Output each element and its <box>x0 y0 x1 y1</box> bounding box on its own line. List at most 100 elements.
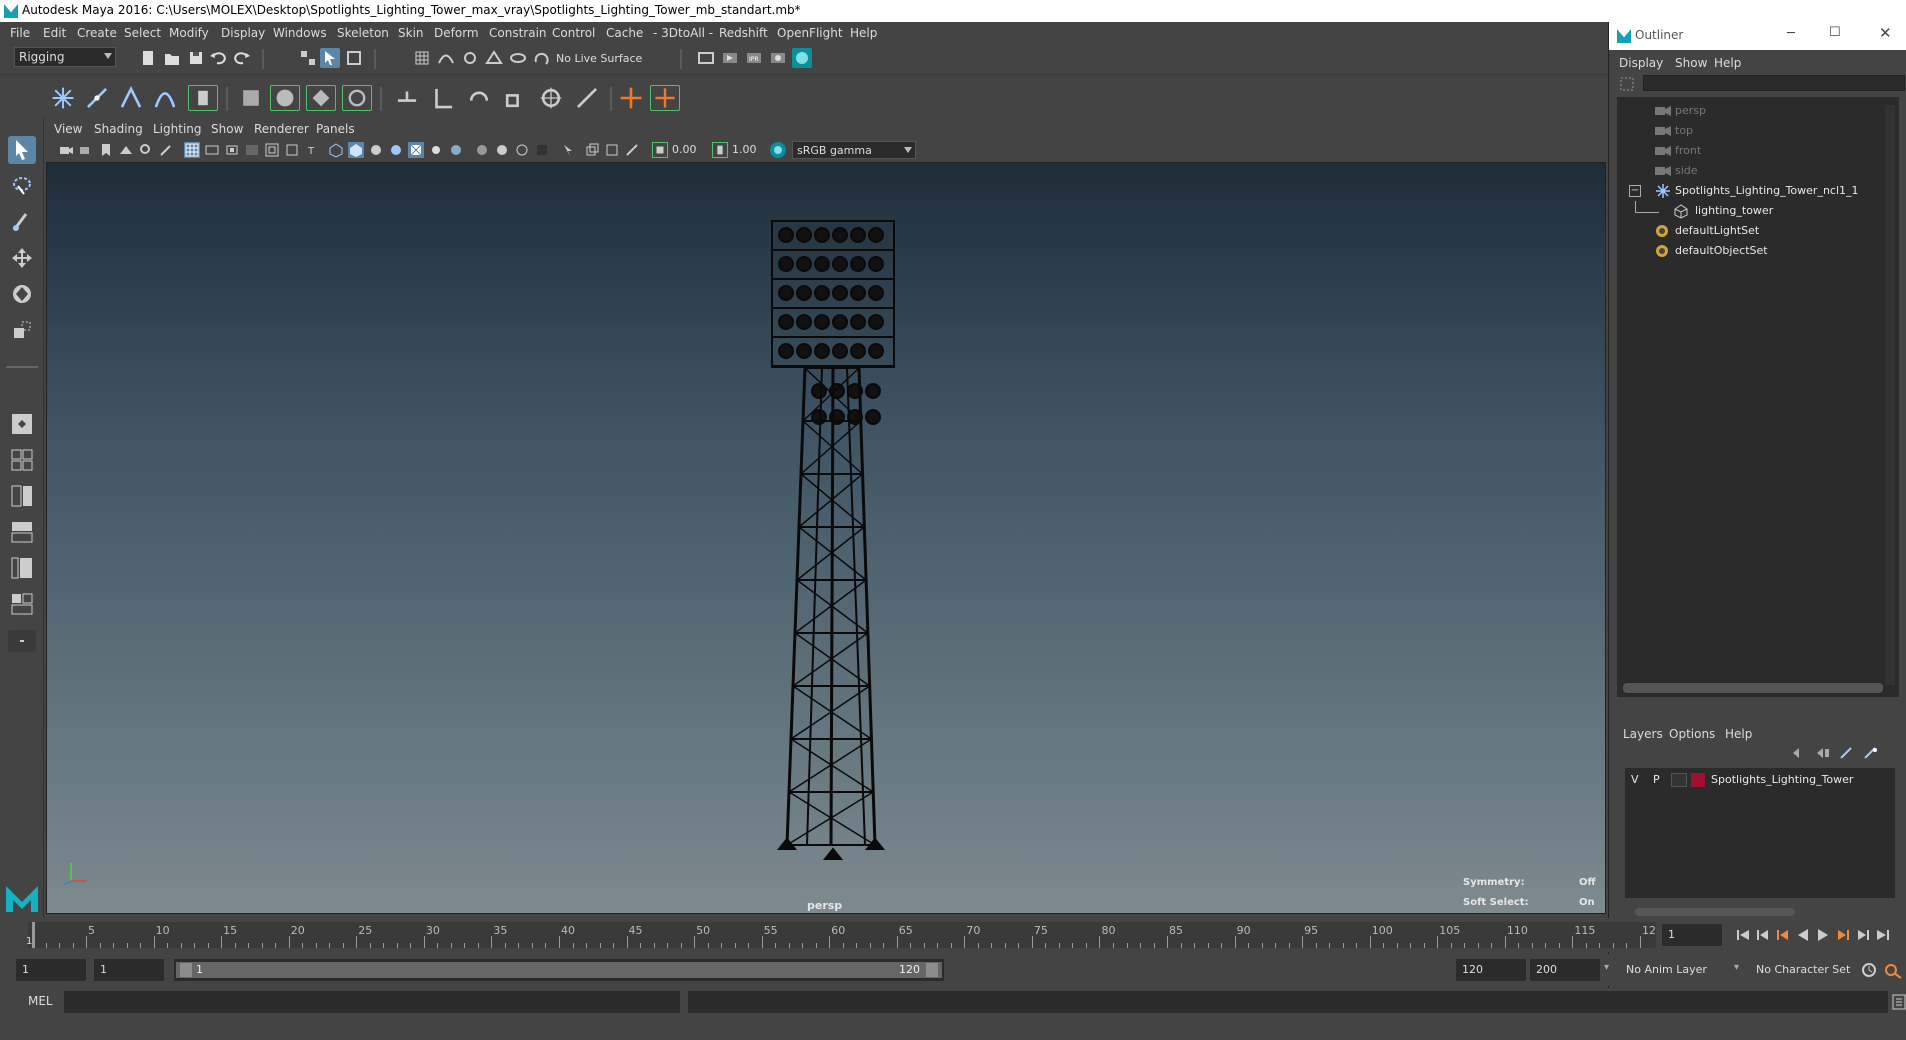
xray-components-icon[interactable] <box>624 142 640 158</box>
close-icon[interactable]: ✕ <box>1879 24 1892 42</box>
menu-deform[interactable]: Deform <box>434 26 479 40</box>
safe-title-icon[interactable]: T <box>304 142 320 158</box>
menu-cache[interactable]: Cache <box>606 26 643 40</box>
smooth-shade-icon[interactable] <box>348 142 364 158</box>
camera-attributes-icon[interactable] <box>78 142 94 158</box>
menu-file[interactable]: File <box>10 26 30 40</box>
panel-menu-renderer[interactable]: Renderer <box>254 122 309 136</box>
rotate-tool-icon[interactable] <box>8 280 36 308</box>
select-object-icon[interactable] <box>320 48 340 68</box>
outliner-search-input[interactable] <box>1643 75 1905 91</box>
menu-openflight[interactable]: OpenFlight <box>777 26 843 40</box>
script-language-toggle[interactable]: MEL <box>28 994 53 1008</box>
playback-start-field[interactable]: 1 <box>94 959 164 981</box>
panel-menu-lighting[interactable]: Lighting <box>153 122 202 136</box>
quick-rig-icon[interactable] <box>188 85 218 111</box>
menu-help[interactable]: Help <box>850 26 877 40</box>
default-material-icon[interactable] <box>368 142 384 158</box>
play-backwards-icon[interactable] <box>1796 928 1810 942</box>
character-set-label[interactable]: No Character Set <box>1756 963 1850 976</box>
select-component-icon[interactable] <box>344 48 364 68</box>
panel-menu-panels[interactable]: Panels <box>316 122 355 136</box>
film-gate-icon[interactable] <box>204 142 220 158</box>
outliner-item-mesh[interactable]: lighting_tower <box>1617 201 1887 221</box>
lighting-tower-mesh[interactable] <box>47 163 1606 914</box>
outliner-item-top[interactable]: top <box>1617 121 1887 141</box>
view-transform-dropdown[interactable]: sRGB gamma <box>792 141 916 159</box>
four-view-layout-icon[interactable] <box>8 446 36 474</box>
layer-name[interactable]: Spotlights_Lighting_Tower <box>1711 773 1853 786</box>
insert-joint-icon[interactable] <box>84 85 110 111</box>
hypershade-layout-icon[interactable] <box>8 590 36 618</box>
layers-menu-layers[interactable]: Layers <box>1623 727 1663 741</box>
redo-icon[interactable] <box>232 48 252 68</box>
menu-skeleton[interactable]: Skeleton <box>337 26 389 40</box>
animation-end-field[interactable]: 200 <box>1530 959 1600 981</box>
outliner-menu-help[interactable]: Help <box>1714 56 1741 70</box>
panel-menu-show[interactable]: Show <box>211 122 243 136</box>
new-layer-selected-icon[interactable] <box>1863 746 1879 760</box>
outliner-item-group[interactable]: − Spotlights_Lighting_Tower_ncl1_1 <box>1617 181 1887 201</box>
layers-menu-help[interactable]: Help <box>1725 727 1752 741</box>
screen-space-ao-icon[interactable] <box>474 142 490 158</box>
outliner-horizontal-scrollbar[interactable] <box>1623 683 1883 693</box>
live-surface-label[interactable]: No Live Surface <box>556 52 642 65</box>
menu-create[interactable]: Create <box>77 26 117 40</box>
field-chart-icon[interactable] <box>264 142 280 158</box>
ik-spline-icon[interactable] <box>152 85 178 111</box>
layer-reference-toggle[interactable] <box>1671 773 1687 787</box>
snap-view-icon[interactable] <box>484 48 504 68</box>
xray-joints-icon[interactable] <box>604 142 620 158</box>
viewport-persp[interactable]: persp Symmetry: Off Soft Select: On <box>46 162 1606 914</box>
command-input[interactable] <box>64 991 680 1013</box>
maximize-icon[interactable]: ☐ <box>1829 25 1841 40</box>
image-plane-icon[interactable] <box>118 142 134 158</box>
step-forward-icon[interactable] <box>1856 928 1870 942</box>
playback-end-field[interactable]: 120 <box>1456 959 1526 981</box>
move-layer-up-icon[interactable] <box>1791 746 1807 760</box>
outliner-vertical-scrollbar[interactable] <box>1885 105 1895 685</box>
more-layouts-button[interactable] <box>8 630 36 652</box>
constraint-orient-icon[interactable] <box>466 85 492 111</box>
scale-tool-icon[interactable] <box>8 316 36 344</box>
step-back-key-icon[interactable] <box>1776 928 1790 942</box>
outliner-menu-show[interactable]: Show <box>1675 56 1707 70</box>
snap-grid-icon[interactable] <box>412 48 432 68</box>
panel-menu-shading[interactable]: Shading <box>94 122 143 136</box>
menu-3dtoall[interactable]: - 3DtoAll - <box>653 26 713 40</box>
chevron-down-icon[interactable]: ▾ <box>1604 962 1609 973</box>
menu-windows[interactable]: Windows <box>273 26 327 40</box>
select-hierarchy-icon[interactable] <box>298 48 318 68</box>
single-view-layout-icon[interactable] <box>8 410 36 438</box>
rigid-bind-icon[interactable] <box>306 85 336 111</box>
make-live-icon[interactable] <box>532 48 552 68</box>
menu-edit[interactable]: Edit <box>43 26 66 40</box>
anim-layer-label[interactable]: No Anim Layer <box>1626 963 1707 976</box>
layer-color-swatch[interactable] <box>1691 773 1705 787</box>
constraint-parent-icon[interactable] <box>394 85 420 111</box>
constraint-pole-icon[interactable] <box>574 85 600 111</box>
save-scene-icon[interactable] <box>186 48 206 68</box>
outliner-item-objectset[interactable]: defaultObjectSet <box>1617 241 1887 261</box>
minimize-icon[interactable]: ─ <box>1787 26 1795 41</box>
menu-skin[interactable]: Skin <box>398 26 424 40</box>
grid-toggle-icon[interactable] <box>184 142 200 158</box>
exposure-value[interactable]: 0.00 <box>672 143 697 156</box>
outliner-item-front[interactable]: front <box>1617 141 1887 161</box>
motion-blur-icon[interactable] <box>494 142 510 158</box>
move-tool-icon[interactable] <box>8 244 36 272</box>
step-forward-key-icon[interactable] <box>1836 928 1850 942</box>
menu-modify[interactable]: Modify <box>169 26 209 40</box>
new-scene-icon[interactable] <box>138 48 158 68</box>
play-forwards-icon[interactable] <box>1816 928 1830 942</box>
outliner-item-lightset[interactable]: defaultLightSet <box>1617 221 1887 241</box>
current-frame-field[interactable]: 1 <box>1662 924 1722 946</box>
joint-tool-icon[interactable] <box>50 85 76 111</box>
snap-surface-icon[interactable] <box>508 48 528 68</box>
safe-action-icon[interactable] <box>284 142 300 158</box>
menu-constrain[interactable]: Constrain <box>489 26 547 40</box>
graph-layout-icon[interactable] <box>8 554 36 582</box>
resolution-gate-icon[interactable] <box>224 142 240 158</box>
camera-select-icon[interactable] <box>58 142 74 158</box>
paint-weights-icon[interactable] <box>342 85 372 111</box>
